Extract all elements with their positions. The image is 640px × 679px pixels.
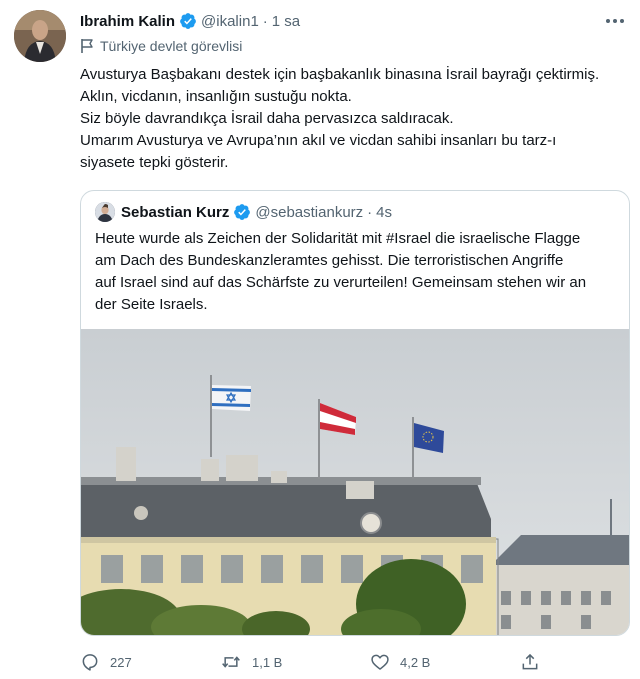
author-name[interactable]: Ibrahim Kalin (80, 13, 175, 30)
action-bar: 227 1,1 B 4,2 B (80, 650, 630, 674)
tweet-time[interactable]: 1 sa (272, 13, 300, 30)
quoted-line: Heute wurde als Zeichen der Solidarität … (95, 230, 581, 247)
government-label-text: Türkiye devlet görevlisi (100, 38, 243, 54)
author-handle[interactable]: @ikalin1 (201, 13, 259, 30)
tweet-line: Aklın, vicdanın, insanlığın sustuğu nokt… (80, 88, 352, 105)
share-icon (522, 653, 538, 670)
tweet-line: Siz böyle davrandıkça İsrail daha pervas… (80, 110, 454, 127)
more-dots-icon (606, 19, 624, 23)
quoted-author-handle[interactable]: @sebastiankurz (255, 204, 363, 221)
heart-icon (371, 654, 389, 670)
flag-icon (81, 39, 93, 53)
verified-badge-icon (180, 13, 196, 29)
reply-button[interactable]: 227 (80, 650, 132, 674)
reply-count: 227 (110, 654, 132, 670)
tweet-text: Avusturya Başbakanı destek için başbakan… (80, 64, 630, 174)
like-count: 4,2 B (400, 654, 431, 670)
retweet-button[interactable]: 1,1 B (220, 650, 282, 674)
quoted-line: auf Israel sind auf das Schärfste zu ver… (95, 274, 587, 291)
quoted-line: am Dach des Bundeskanzleramtes gehisst. … (95, 252, 564, 269)
separator-dot: · (262, 12, 268, 30)
author-avatar[interactable] (14, 10, 66, 62)
tweet-header: Ibrahim Kalin @ikalin1 · 1 sa (80, 10, 300, 32)
tweet-line: siyasete tepki gösterir. (80, 154, 229, 171)
retweet-icon (222, 656, 240, 668)
tweet-line: Avusturya Başbakanı destek için başbakan… (80, 66, 600, 83)
quoted-header: Sebastian Kurz @sebastiankurz · 4s (95, 201, 392, 223)
more-options-button[interactable] (604, 12, 626, 30)
separator-dot: · (367, 203, 373, 221)
like-button[interactable]: 4,2 B (370, 650, 430, 674)
quoted-avatar[interactable] (95, 202, 115, 222)
reply-icon (82, 654, 98, 671)
retweet-count: 1,1 B (252, 654, 283, 670)
share-button[interactable] (520, 650, 550, 674)
quoted-text: Heute wurde als Zeichen der Solidarität … (95, 228, 620, 316)
government-label: Türkiye devlet görevlisi (80, 36, 242, 56)
quoted-line: der Seite Israels. (95, 296, 208, 313)
quoted-time[interactable]: 4s (376, 204, 392, 221)
verified-badge-icon (234, 204, 251, 220)
quoted-photo[interactable] (81, 329, 630, 636)
tweet-line: Umarım Avusturya ve Avrupa’nın akıl ve v… (80, 132, 557, 149)
quoted-tweet[interactable]: Sebastian Kurz @sebastiankurz · 4s Heute… (80, 190, 630, 636)
quoted-author-name[interactable]: Sebastian Kurz (121, 204, 229, 221)
